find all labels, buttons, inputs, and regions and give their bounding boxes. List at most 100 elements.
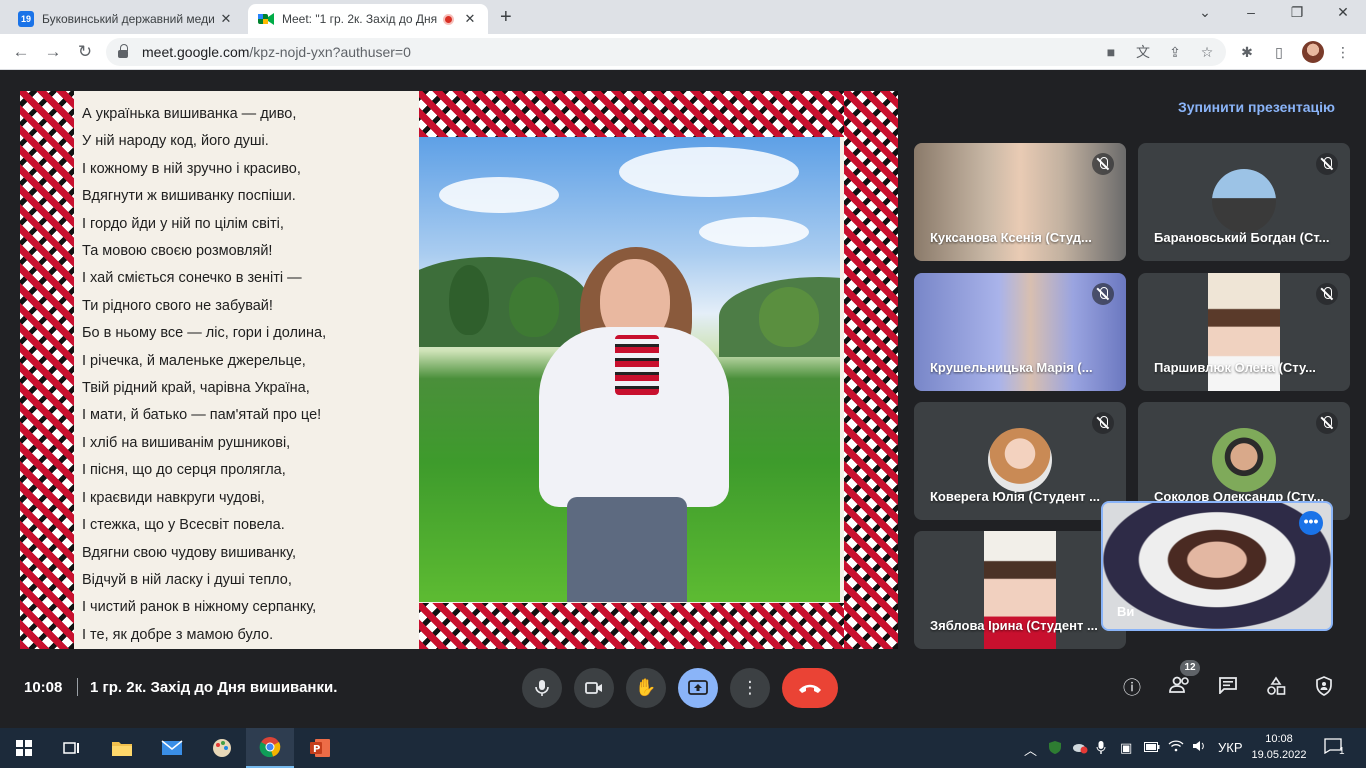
avatar: [1212, 169, 1276, 233]
meeting-info-icon[interactable]: ⓘ: [1120, 676, 1144, 700]
reload-icon[interactable]: ↻: [74, 41, 96, 63]
translate-icon[interactable]: 文: [1134, 43, 1152, 61]
poem-text: А українька вишиванка — диво, У ній наро…: [82, 101, 412, 649]
leave-call-button[interactable]: [782, 668, 838, 708]
battery-icon[interactable]: [1144, 740, 1160, 755]
clock-date: 19.05.2022: [1251, 749, 1307, 761]
poem-line: А українька вишиванка — диво,: [82, 106, 297, 122]
participant-name: Барановський Богдан (Ст...: [1154, 230, 1330, 245]
poem-line: І пісня, що до серця пролягла,: [82, 462, 286, 479]
extensions-icon[interactable]: ✱: [1238, 43, 1256, 61]
raise-hand-button[interactable]: ✋: [626, 668, 666, 708]
keyboard-language[interactable]: УКР: [1218, 740, 1243, 755]
participant-tile[interactable]: Паршивлюк Олена (Сту...: [1138, 273, 1350, 391]
tab-university[interactable]: 19 Буковинський державний меди ✕: [8, 4, 244, 34]
svg-text:P: P: [313, 744, 320, 755]
powerpoint-icon[interactable]: P: [296, 728, 344, 768]
meet-controls-bar: 10:08 1 гр. 2к. Захід до Дня вишиванки. …: [0, 648, 1366, 728]
network-error-icon[interactable]: [1072, 740, 1088, 757]
file-explorer-icon[interactable]: [98, 728, 146, 768]
chat-icon[interactable]: [1216, 676, 1240, 700]
recording-icon: [443, 13, 454, 25]
people-icon[interactable]: [1168, 676, 1192, 700]
poem-line: І мати, й батько — пам'ятай про це!: [82, 407, 322, 424]
present-screen-button[interactable]: [678, 668, 718, 708]
system-clock[interactable]: 10:08 19.05.2022: [1250, 731, 1308, 763]
tab-meet[interactable]: Meet: "1 гр. 2к. Захід до Дня ✕: [248, 4, 488, 34]
tab-title: Meet: "1 гр. 2к. Захід до Дня: [282, 12, 438, 26]
poem-line: І стежка, що у Всесвіт повела.: [82, 517, 285, 534]
lock-icon: [118, 44, 128, 58]
start-button[interactable]: [0, 728, 48, 768]
volume-icon[interactable]: [1192, 740, 1208, 755]
calendar-favicon-icon: 19: [18, 11, 34, 27]
chrome-taskbar-icon[interactable]: [246, 728, 294, 768]
avatar: [988, 428, 1052, 492]
stop-presentation-button[interactable]: Зупинити презентацію: [1178, 99, 1335, 115]
close-window-button[interactable]: ✕: [1320, 4, 1366, 21]
windows-taskbar: P ︿ ▣ УКР 10:08 19.05.2022 1: [0, 728, 1366, 768]
camera-icon[interactable]: ■: [1102, 43, 1120, 61]
clock-time: 10:08: [1265, 733, 1293, 745]
back-icon[interactable]: ←: [10, 41, 32, 63]
meet-stage: А українька вишиванка — диво, У ній наро…: [0, 71, 1366, 728]
share-icon[interactable]: ⇪: [1166, 43, 1184, 61]
poem-line: Бо в ньому все — ліс, гори і долина,: [82, 325, 327, 342]
participant-name: Зяблова Ірина (Студент ...: [930, 618, 1098, 633]
participant-tile[interactable]: Зяблова Ірина (Студент ...: [914, 531, 1126, 649]
embroidery-border-left: [20, 91, 74, 649]
mail-icon[interactable]: [148, 728, 196, 768]
participant-tile[interactable]: Куксанова Ксенія (Студ...: [914, 143, 1126, 261]
paint-icon[interactable]: [198, 728, 246, 768]
participant-tile[interactable]: Коверега Юлія (Студент ...: [914, 402, 1126, 520]
side-panel-icon[interactable]: ▯: [1270, 43, 1288, 61]
bookmark-star-icon[interactable]: ☆: [1198, 43, 1216, 61]
mic-off-icon: [1316, 412, 1338, 434]
wifi-icon[interactable]: [1168, 740, 1184, 755]
participant-name: Паршивлюк Олена (Сту...: [1154, 360, 1316, 375]
avatar: [1212, 428, 1276, 492]
poem-line: Ти рідного свого не забувай!: [82, 297, 273, 314]
self-view-tile[interactable]: ••• Ви: [1101, 501, 1333, 631]
poem-line: І чистий ранок в ніжному серпанку,: [82, 599, 317, 616]
participant-tile[interactable]: Крушельницька Марія (...: [914, 273, 1126, 391]
camera-tray-icon[interactable]: ▣: [1120, 740, 1132, 756]
minimize-button[interactable]: –: [1228, 4, 1274, 20]
close-tab-icon[interactable]: ✕: [218, 11, 234, 27]
microphone-tray-icon[interactable]: [1096, 740, 1106, 758]
security-shield-icon[interactable]: [1048, 740, 1062, 758]
browser-toolbar: ← → ↻ meet.google.com/kpz-nojd-yxn?authu…: [0, 34, 1366, 70]
address-bar[interactable]: meet.google.com/kpz-nojd-yxn?authuser=0: [106, 38, 1226, 66]
mic-off-icon: [1092, 412, 1114, 434]
task-view-icon[interactable]: [48, 728, 96, 768]
host-controls-icon[interactable]: [1312, 676, 1336, 700]
tray-expand-icon[interactable]: ︿: [1024, 740, 1037, 759]
more-options-icon[interactable]: •••: [1299, 511, 1323, 535]
tab-title: Буковинський державний меди: [42, 12, 215, 26]
mic-off-icon: [1092, 283, 1114, 305]
poem-line: Відчуй в ній ласку і душі тепло,: [82, 571, 292, 588]
self-label: Ви: [1117, 604, 1135, 619]
poem-line: І те, як добре з мамою було.: [82, 626, 274, 643]
tab-search-icon[interactable]: ⌄: [1182, 4, 1228, 21]
maximize-button[interactable]: ❐: [1274, 4, 1320, 21]
more-options-button[interactable]: ⋮: [730, 668, 770, 708]
meeting-title: 1 гр. 2к. Захід до Дня вишиванки.: [90, 679, 338, 696]
embroidery-border-top: [419, 91, 898, 137]
forward-icon[interactable]: →: [42, 41, 64, 63]
camera-button[interactable]: [574, 668, 614, 708]
poem-line: І кожному в ній зручно і красиво,: [82, 160, 301, 177]
menu-icon[interactable]: ⋮: [1334, 43, 1352, 61]
poem-line: І краєвиди навкруги чудові,: [82, 489, 265, 506]
activities-icon[interactable]: [1264, 676, 1288, 700]
new-tab-button[interactable]: +: [500, 6, 512, 29]
meet-favicon-icon: [258, 11, 274, 27]
poem-line: Вдягнути ж вишиванку поспіши.: [82, 188, 296, 205]
profile-avatar[interactable]: [1302, 41, 1324, 63]
participant-tile[interactable]: Барановський Богдан (Ст...: [1138, 143, 1350, 261]
close-tab-icon[interactable]: ✕: [462, 11, 478, 27]
presentation-slide: А українька вишиванка — диво, У ній наро…: [20, 91, 898, 649]
poem-line: І хліб на вишиванім рушникові,: [82, 434, 291, 451]
poem-line: Вдягни свою чудову вишиванку,: [82, 544, 296, 561]
microphone-button[interactable]: [522, 668, 562, 708]
